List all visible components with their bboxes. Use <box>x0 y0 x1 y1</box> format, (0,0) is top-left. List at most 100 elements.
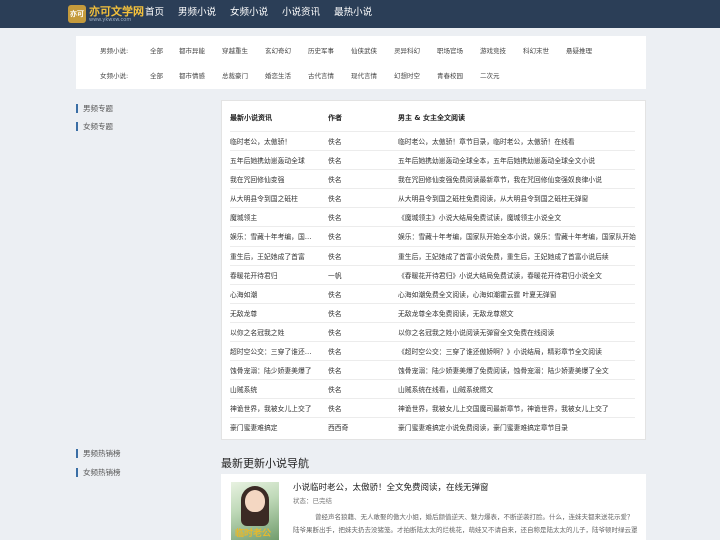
row-author: 佚名 <box>328 176 342 185</box>
sidebar-item-female-bestsellers[interactable]: 女频热销榜 <box>76 467 121 479</box>
row-author: 佚名 <box>328 386 342 395</box>
male-filter-option[interactable]: 游戏竞技 <box>480 45 506 55</box>
row-title-link[interactable]: 超时空公交：三穿了谁还傲娇 <box>230 346 318 356</box>
male-filter-option[interactable]: 历史军事 <box>308 45 334 55</box>
row-author: 佚名 <box>328 233 342 242</box>
row-read-link[interactable]: 重生后，王妃她成了首富小说免费，重生后，王妃她成了首富小说后续 <box>398 251 640 261</box>
row-author: 西西奇 <box>328 424 349 433</box>
nav-home[interactable]: 首页 <box>145 0 164 28</box>
row-title-link[interactable]: 山贼系统 <box>230 384 318 394</box>
male-filter-option[interactable]: 都市异能 <box>179 45 205 55</box>
cover-figure-face <box>245 490 265 512</box>
row-title-link[interactable]: 心海如潮 <box>230 289 318 299</box>
male-filter-option[interactable]: 职场官场 <box>437 45 463 55</box>
female-filter-label: 女频小说: <box>100 72 129 80</box>
row-read-link[interactable]: 山贼系统在线看，山贼系统燃文 <box>398 384 640 394</box>
male-filter-option[interactable]: 穿越重生 <box>222 45 248 55</box>
male-filter-option[interactable]: 仙侠武侠 <box>351 45 377 55</box>
row-title-link[interactable]: 娱乐：雪藏十年考编，国家队 <box>230 231 318 241</box>
row-author: 一帆 <box>328 271 342 280</box>
cover-title-art: 临时老公 <box>235 529 272 539</box>
row-read-link[interactable]: 蚀骨宠溺：陆少娇妻美爆了免费阅读，蚀骨宠溺：陆少娇妻美爆了全文 <box>398 365 640 375</box>
row-title-link[interactable]: 五年后她携幼崽轰动全球 <box>230 155 318 165</box>
section-title: 最新更新小说导航 <box>221 457 309 470</box>
row-read-link[interactable]: 《超时空公交：三穿了谁还傲娇啊？》小说结局，精彩章节全文阅读 <box>398 346 640 356</box>
row-author: 佚名 <box>328 309 342 318</box>
female-filter-option[interactable]: 青春校园 <box>437 70 463 80</box>
sidebar-item-female-topic[interactable]: 女频专题 <box>76 121 113 133</box>
table-row: 娱乐：雪藏十年考编，国家队 佚名 娱乐：雪藏十年考编，国家队开始全本小说，娱乐：雪藏… <box>230 226 636 245</box>
female-filter-option[interactable]: 幻想时空 <box>394 70 420 80</box>
male-filter-option[interactable]: 灵异科幻 <box>394 45 420 55</box>
table-row: 蚀骨宠溺：陆少娇妻美爆了 佚名 蚀骨宠溺：陆少娇妻美爆了免费阅读，蚀骨宠溺：陆少娇妻… <box>230 360 635 379</box>
row-title-link[interactable]: 从大明县令到国之砥柱 <box>230 193 318 203</box>
table-row: 无敌龙尊 佚名 无敌龙尊全本免费阅读，无敌龙尊燃文 <box>230 302 635 322</box>
row-title-link[interactable]: 临时老公，太傲骄！ <box>230 136 318 146</box>
latest-news-table: 最新小说资讯 作者 男主 & 女主全文阅读 临时老公，太傲骄！ 佚名 临时老公，太傲… <box>221 100 646 440</box>
row-title-link[interactable]: 我在咒回修仙变强 <box>230 174 318 184</box>
row-read-link[interactable]: 无敌龙尊全本免费阅读，无敌龙尊燃文 <box>398 308 640 318</box>
table-row: 我在咒回修仙变强 佚名 我在咒回修仙变强免费阅读最新章节，我在咒回修仙变强奴良律小说 <box>230 169 635 188</box>
table-row: 春暖花开待君归 一帆 《春暖花开待君归》小说大结局免费试读，春暖花开待君归小说全文 <box>230 264 635 284</box>
female-filter-option[interactable]: 婚恋生活 <box>265 70 291 80</box>
row-read-link[interactable]: 心海如潮免费全文阅读，心海如潮霍云霆 叶夏无弹窗 <box>398 289 640 299</box>
table-row: 山贼系统 佚名 山贼系统在线看，山贼系统燃文 <box>230 379 635 398</box>
female-filter-option[interactable]: 现代言情 <box>351 70 377 80</box>
row-read-link[interactable]: 五年后她携幼崽轰动全球全本，五年后她携幼崽轰动全球全文小说 <box>398 155 640 165</box>
book-cover-image[interactable]: 临时老公 <box>231 482 279 540</box>
table-row: 五年后她携幼崽轰动全球 佚名 五年后她携幼崽轰动全球全本，五年后她携幼崽轰动全球全文… <box>230 150 635 169</box>
table-row: 超时空公交：三穿了谁还傲娇 佚名 《超时空公交：三穿了谁还傲娇啊？》小说结局，精彩章… <box>230 341 635 360</box>
female-filter-option[interactable]: 总裁豪门 <box>222 70 248 80</box>
row-read-link[interactable]: 神诡世界，我被女儿上交国魔司最新章节，神诡世界，我被女儿上交了 <box>398 403 640 413</box>
row-title-link[interactable]: 无敌龙尊 <box>230 308 318 318</box>
sidebar-topics: 男频专题 女频专题 <box>76 101 216 137</box>
row-title-link[interactable]: 魔城领主 <box>230 212 318 222</box>
logo-site-url: www.ykwxw.com <box>89 17 132 23</box>
row-title-link[interactable]: 以你之名冠我之姓 <box>230 327 318 337</box>
row-read-link[interactable]: 《魔城领主》小说大结局免费试读，魔城领主小说全文 <box>398 212 640 222</box>
table-row: 以你之名冠我之姓 佚名 以你之名冠我之姓小说阅读无弹窗全文免费在线阅读 <box>230 321 635 341</box>
table-row: 心海如潮 佚名 心海如潮免费全文阅读，心海如潮霍云霆 叶夏无弹窗 <box>230 283 635 303</box>
row-author: 佚名 <box>328 367 342 376</box>
main-nav: 首页 男频小说 女频小说 小说资讯 最热小说 <box>145 0 386 28</box>
female-filter-option[interactable]: 全部 <box>150 70 163 80</box>
nav-hottest-novels[interactable]: 最热小说 <box>334 0 372 28</box>
row-author: 佚名 <box>328 290 342 299</box>
row-read-link[interactable]: 《春暖花开待君归》小说大结局免费试读，春暖花开待君归小说全文 <box>398 270 640 280</box>
header-full-text: 男主 & 女主全文阅读 <box>398 114 465 122</box>
sidebar-hot-lists: 男频热销榜 女频热销榜 <box>76 446 216 482</box>
nav-novel-news[interactable]: 小说资讯 <box>282 0 320 28</box>
female-filter-option[interactable]: 都市情感 <box>179 70 205 80</box>
table-header: 最新小说资讯 作者 男主 & 女主全文阅读 <box>230 113 635 125</box>
site-logo[interactable]: 亦可 亦可文学网 www.ykwxw.com <box>68 3 144 25</box>
row-read-link[interactable]: 临时老公，太傲骄！章节目录，临时老公，太傲骄！在线看 <box>398 136 640 146</box>
table-row: 临时老公，太傲骄！ 佚名 临时老公，太傲骄！章节目录，临时老公，太傲骄！在线看 <box>230 131 635 150</box>
row-read-link[interactable]: 娱乐：雪藏十年考编，国家队开始全本小说，娱乐：雪藏十年考编，国家队开始 <box>398 231 640 241</box>
row-read-link[interactable]: 我在咒回修仙变强免费阅读最新章节，我在咒回修仙变强奴良律小说 <box>398 174 640 184</box>
row-author: 佚名 <box>328 252 342 261</box>
row-title-link[interactable]: 蚀骨宠溺：陆少娇妻美爆了 <box>230 365 318 375</box>
table-row: 魔城领主 佚名 《魔城领主》小说大结局免费试读，魔城领主小说全文 <box>230 207 635 226</box>
table-row: 重生后，王妃她成了首富 佚名 重生后，王妃她成了首富小说免费，重生后，王妃她成了首富… <box>230 245 635 265</box>
male-filter-option[interactable]: 全部 <box>150 45 163 55</box>
nav-female-novels[interactable]: 女频小说 <box>230 0 268 28</box>
category-filter-panel: 男频小说: 全部 都市异能 穿越重生 玄幻奇幻 历史军事 仙侠武侠 灵异科幻 职… <box>76 36 646 89</box>
featured-novel-title[interactable]: 小说临时老公，太傲骄！全文免费阅读，在线无弹窗 <box>293 481 489 493</box>
male-filter-option[interactable]: 悬疑推理 <box>566 45 592 55</box>
female-filter-option[interactable]: 古代言情 <box>308 70 334 80</box>
nav-male-novels[interactable]: 男频小说 <box>178 0 216 28</box>
row-read-link[interactable]: 豪门蜜妻难搞定小说免费阅读，豪门蜜妻难搞定章节目录 <box>398 422 640 432</box>
sidebar-item-male-bestsellers[interactable]: 男频热销榜 <box>76 448 121 460</box>
row-title-link[interactable]: 神诡世界，我被女儿上交了 <box>230 403 318 413</box>
row-author: 佚名 <box>328 157 342 166</box>
row-read-link[interactable]: 以你之名冠我之姓小说阅读无弹窗全文免费在线阅读 <box>398 327 640 337</box>
sidebar-item-male-topic[interactable]: 男频专题 <box>76 103 113 115</box>
male-filter-option[interactable]: 科幻末世 <box>523 45 549 55</box>
male-filter-option[interactable]: 玄幻奇幻 <box>265 45 291 55</box>
row-read-link[interactable]: 从大明县令到国之砥柱免费阅读，从大明县令到国之砥柱无弹窗 <box>398 193 640 203</box>
row-title-link[interactable]: 豪门蜜妻难搞定 <box>230 422 318 432</box>
male-filter-label: 男频小说: <box>100 47 129 55</box>
row-title-link[interactable]: 重生后，王妃她成了首富 <box>230 251 318 261</box>
female-filter-option[interactable]: 二次元 <box>480 70 500 80</box>
row-title-link[interactable]: 春暖花开待君归 <box>230 270 318 280</box>
